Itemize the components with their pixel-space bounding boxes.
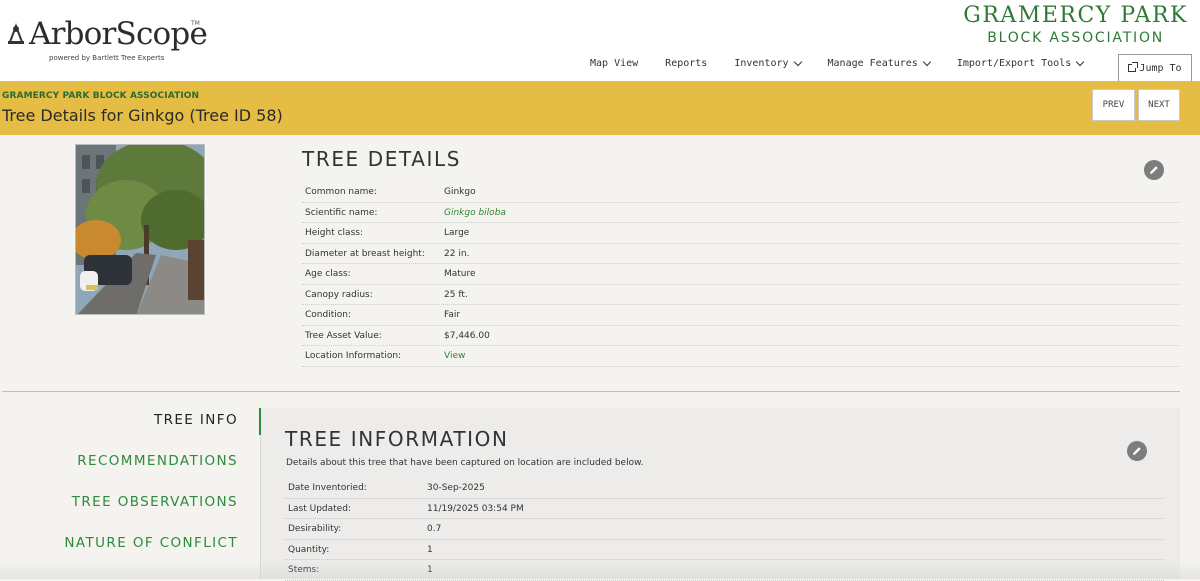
nav-import-export-tools[interactable]: Import/Export Tools xyxy=(956,57,1085,69)
sidenav-nature-of-conflict[interactable]: NATURE OF CONFLICT xyxy=(64,535,238,551)
pencil-icon xyxy=(1133,447,1141,455)
info-row-stems: Stems: 1 xyxy=(285,560,1164,581)
detail-label: Height class: xyxy=(305,228,363,238)
nav-inventory[interactable]: Inventory xyxy=(734,57,802,69)
info-value: 11/19/2025 03:54 PM xyxy=(427,503,524,514)
detail-value: $7,446.00 xyxy=(444,330,490,341)
detail-row-height-class: Height class: Large xyxy=(302,223,1180,244)
info-value: 1 xyxy=(427,565,433,575)
detail-row-dbh: Diameter at breast height: 22 in. xyxy=(302,244,1180,264)
info-row-desirability: Desirability: 0.7 xyxy=(285,519,1164,540)
arborscope-logo[interactable]: ArborScope TM powered by Bartlett Tree E… xyxy=(4,16,208,66)
detail-row-scientific-name: Scientific name: Ginkgo biloba xyxy=(302,203,1180,223)
detail-label: Condition: xyxy=(305,310,351,320)
info-row-date-inventoried: Date Inventoried: 30-Sep-2025 xyxy=(285,478,1164,499)
tree-details-table: Common name: Ginkgo Scientific name: Gin… xyxy=(302,182,1180,367)
edit-information-icon[interactable] xyxy=(1127,441,1147,461)
nav-label: Inventory xyxy=(734,58,789,69)
detail-value: Ginkgo xyxy=(444,187,476,197)
site-header: ArborScope TM powered by Bartlett Tree E… xyxy=(0,0,1200,81)
nav-label: Reports xyxy=(665,58,708,69)
detail-row-asset-value: Tree Asset Value: $7,446.00 xyxy=(302,326,1180,346)
logo-subtitle: powered by Bartlett Tree Experts xyxy=(49,54,165,62)
tree-information-heading: TREE INFORMATION xyxy=(285,427,509,451)
nav-label: Map View xyxy=(590,58,639,69)
detail-value: 25 ft. xyxy=(444,289,468,300)
page-title-bar: GRAMERCY PARK BLOCK ASSOCIATION Tree Det… xyxy=(0,81,1200,135)
info-value: 0.7 xyxy=(427,524,442,534)
detail-label: Age class: xyxy=(305,269,351,279)
scientific-name-link[interactable]: Ginkgo biloba xyxy=(444,208,506,218)
detail-row-canopy-radius: Canopy radius: 25 ft. xyxy=(302,285,1180,305)
detail-value: Fair xyxy=(444,310,461,320)
next-button[interactable]: NEXT xyxy=(1138,89,1180,121)
info-value: 30-Sep-2025 xyxy=(427,483,485,493)
tree-logo-icon xyxy=(8,23,24,44)
info-label: Quantity: xyxy=(288,544,330,555)
detail-label: Scientific name: xyxy=(305,207,378,218)
detail-row-age-class: Age class: Mature xyxy=(302,264,1180,285)
tree-information-description: Details about this tree that have been c… xyxy=(286,458,644,468)
jump-to-button[interactable]: Jump To xyxy=(1118,54,1192,81)
detail-label: Canopy radius: xyxy=(305,289,373,300)
detail-row-location: Location Information: View xyxy=(302,346,1180,367)
detail-row-condition: Condition: Fair xyxy=(302,305,1180,326)
brand-line-1: GRAMERCY PARK xyxy=(963,3,1188,28)
edit-details-icon[interactable] xyxy=(1144,160,1164,180)
tree-photo-image xyxy=(76,145,204,314)
logo-text: ArborScope xyxy=(29,16,208,52)
detail-row-common-name: Common name: Ginkgo xyxy=(302,182,1180,203)
chevron-down-icon xyxy=(922,57,932,67)
brand-line-2: BLOCK ASSOCIATION xyxy=(987,30,1165,46)
detail-value: 22 in. xyxy=(444,248,470,259)
sidenav-recommendations[interactable]: RECOMMENDATIONS xyxy=(77,453,238,469)
detail-label: Diameter at breast height: xyxy=(305,248,425,259)
detail-label: Location Information: xyxy=(305,351,402,361)
info-row-last-updated: Last Updated: 11/19/2025 03:54 PM xyxy=(285,499,1164,519)
pencil-icon xyxy=(1150,166,1158,174)
section-divider xyxy=(2,391,1180,392)
main-nav: Map View Reports Inventory Manage Featur… xyxy=(590,57,1110,69)
info-value: 1 xyxy=(427,544,433,555)
external-link-icon xyxy=(1128,62,1139,72)
page-title: Tree Details for Ginkgo (Tree ID 58) xyxy=(2,106,283,125)
info-label: Last Updated: xyxy=(288,503,351,514)
info-label: Desirability: xyxy=(288,524,342,534)
info-label: Stems: xyxy=(288,565,320,575)
chevron-down-icon xyxy=(793,57,802,67)
detail-label: Tree Asset Value: xyxy=(305,330,382,341)
chevron-down-icon xyxy=(1075,57,1085,67)
prev-button[interactable]: PREV xyxy=(1092,89,1135,121)
info-label: Date Inventoried: xyxy=(288,483,367,493)
brand-title: GRAMERCY PARK BLOCK ASSOCIATION xyxy=(963,3,1188,47)
organization-name: GRAMERCY PARK BLOCK ASSOCIATION xyxy=(2,91,200,101)
detail-value: Large xyxy=(444,228,470,238)
nav-reports[interactable]: Reports xyxy=(665,58,707,69)
detail-value: Mature xyxy=(444,269,476,279)
detail-label: Common name: xyxy=(305,187,377,197)
nav-map-view[interactable]: Map View xyxy=(590,58,638,69)
jump-to-label: Jump To xyxy=(1139,62,1182,74)
tree-information-table: Date Inventoried: 30-Sep-2025 Last Updat… xyxy=(285,478,1164,581)
info-row-quantity: Quantity: 1 xyxy=(285,540,1164,560)
sidenav-tree-info[interactable]: TREE INFO xyxy=(154,412,238,428)
location-view-link[interactable]: View xyxy=(444,351,465,361)
tree-photo[interactable] xyxy=(75,144,205,315)
tree-details-heading: TREE DETAILS xyxy=(302,147,462,171)
nav-manage-features[interactable]: Manage Features xyxy=(827,57,932,69)
sidenav-tree-observations[interactable]: TREE OBSERVATIONS xyxy=(72,494,238,510)
nav-label: Manage Features xyxy=(827,58,918,69)
logo-trademark: TM xyxy=(191,20,200,27)
nav-label: Import/Export Tools xyxy=(956,58,1072,69)
